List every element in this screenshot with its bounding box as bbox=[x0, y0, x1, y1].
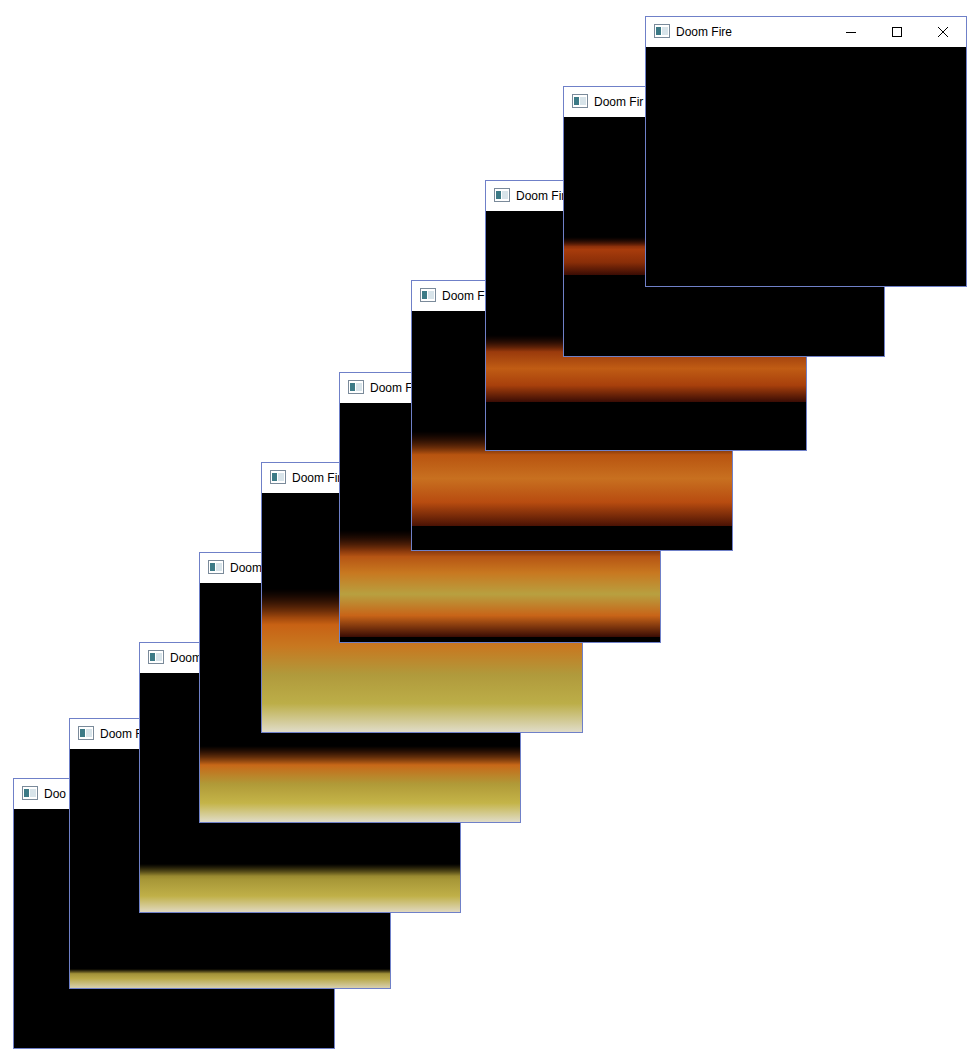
window-title: Doo bbox=[44, 788, 66, 800]
minimize-icon bbox=[846, 27, 856, 37]
app-icon bbox=[22, 786, 38, 802]
title-bar[interactable]: Doom Fire bbox=[646, 17, 966, 47]
window-icon bbox=[494, 188, 510, 202]
app-window[interactable]: Doom Fire bbox=[645, 16, 967, 287]
window-title: Doom F bbox=[100, 728, 143, 740]
fire-band bbox=[140, 864, 460, 912]
fire-canvas bbox=[646, 47, 966, 286]
app-icon bbox=[654, 24, 670, 40]
window-icon bbox=[22, 786, 38, 800]
app-icon bbox=[78, 726, 94, 742]
app-icon bbox=[348, 380, 364, 396]
window-icon bbox=[572, 94, 588, 108]
window-title: Doom Fir bbox=[594, 96, 643, 108]
window-title: Doom Fir bbox=[292, 472, 341, 484]
close-button[interactable] bbox=[920, 17, 966, 47]
app-icon bbox=[270, 470, 286, 486]
app-icon bbox=[420, 288, 436, 304]
window-title: Doom Fire bbox=[676, 26, 732, 38]
window-icon bbox=[654, 24, 670, 38]
window-controls bbox=[828, 17, 966, 47]
window-title: Doom bbox=[170, 652, 202, 664]
close-icon bbox=[938, 27, 948, 37]
window-icon bbox=[208, 560, 224, 574]
window-title: Doom Fir bbox=[442, 290, 491, 302]
maximize-icon bbox=[892, 27, 902, 37]
window-title: Doom Fir bbox=[516, 190, 565, 202]
minimize-button[interactable] bbox=[828, 17, 874, 47]
desktop: Doo Doom F Doom Doom Doom Fir Doom Fir Doom Fi… bbox=[0, 0, 979, 1064]
app-icon bbox=[494, 188, 510, 204]
app-icon bbox=[208, 560, 224, 576]
fire-band bbox=[200, 746, 520, 822]
window-icon bbox=[270, 470, 286, 484]
maximize-button[interactable] bbox=[874, 17, 920, 47]
app-icon bbox=[572, 94, 588, 110]
fire-band bbox=[70, 969, 390, 988]
window-icon bbox=[420, 288, 436, 302]
app-icon bbox=[148, 650, 164, 666]
window-icon bbox=[78, 726, 94, 740]
window-title: Doom bbox=[230, 562, 262, 574]
window-icon bbox=[348, 380, 364, 394]
window-icon bbox=[148, 650, 164, 664]
